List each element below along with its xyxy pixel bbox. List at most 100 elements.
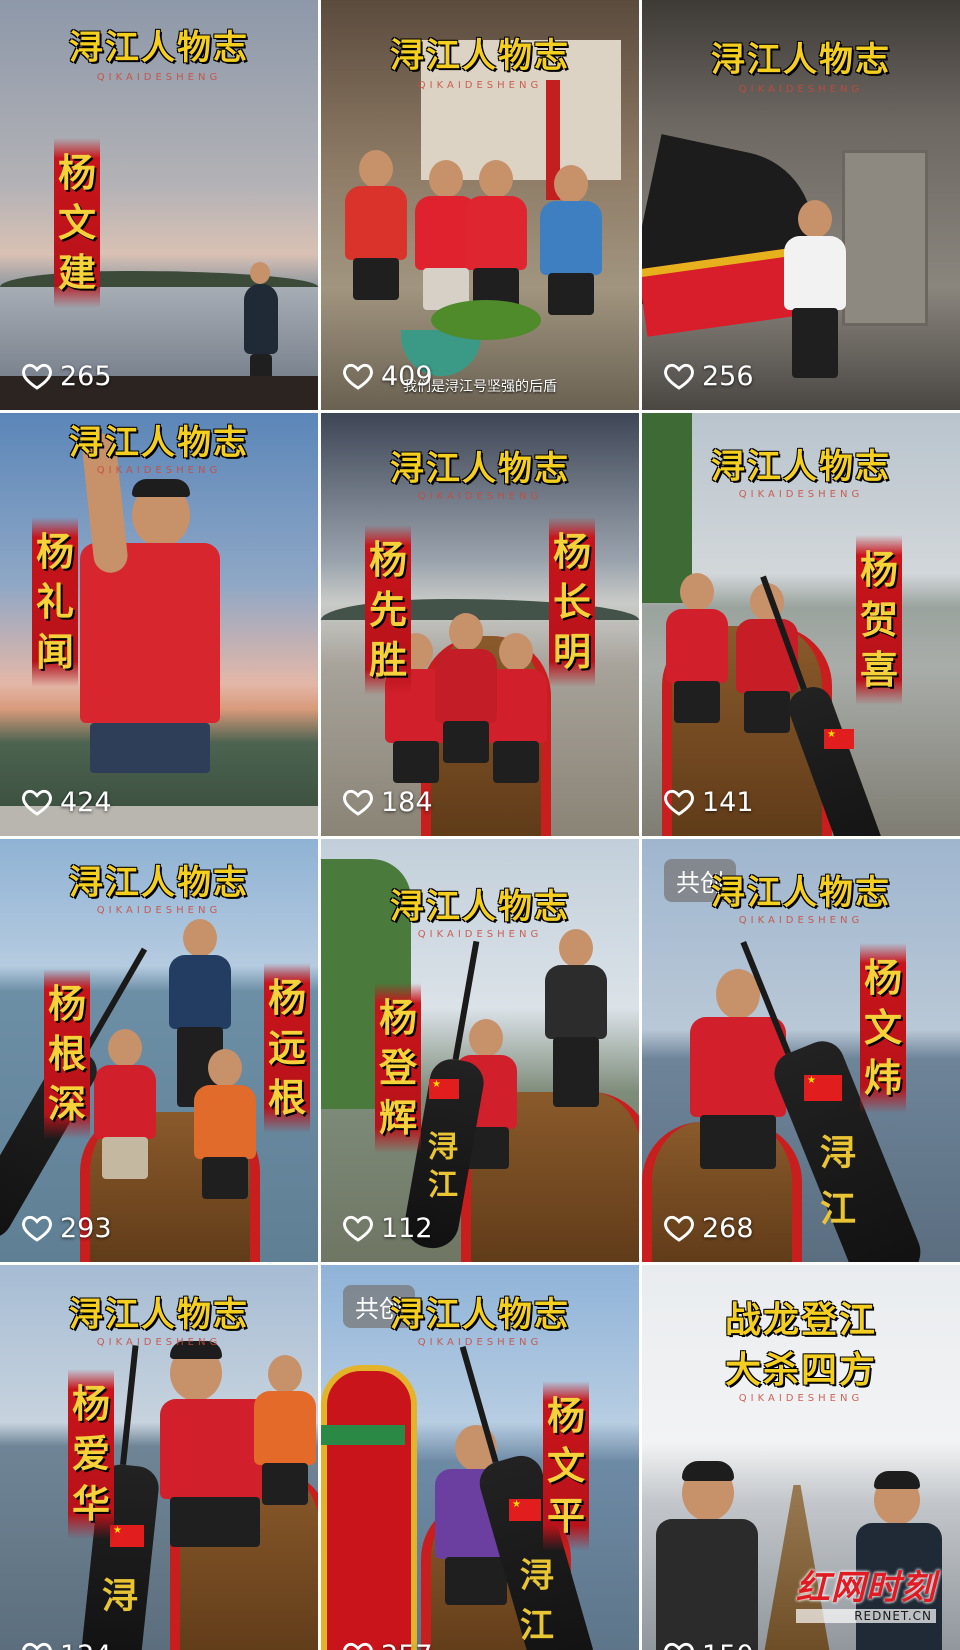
heart-icon bbox=[343, 1215, 373, 1242]
person-name-banner: 杨 长 明 bbox=[549, 517, 595, 687]
like-number: 256 bbox=[702, 360, 754, 392]
name-char: 爱 bbox=[71, 1431, 110, 1476]
video-tile[interactable]: 浔江人物志 QIKAIDESHENG 杨 先 胜 杨 长 明 184 bbox=[321, 413, 639, 836]
heart-icon bbox=[22, 363, 52, 390]
series-title: 浔江人物志 bbox=[390, 1295, 570, 1335]
series-title: 浔江人物志 bbox=[390, 887, 570, 927]
person-name-banner: 杨 先 胜 bbox=[365, 525, 411, 695]
person-name-banner: 杨 礼 闻 bbox=[32, 517, 78, 687]
series-subtitle: QIKAIDESHENG bbox=[417, 929, 543, 940]
paddle-char: 浔 bbox=[101, 1575, 138, 1617]
series-subtitle: QIKAIDESHENG bbox=[96, 1337, 222, 1348]
name-char: 文 bbox=[546, 1443, 585, 1488]
paddle-label: 浔 江 bbox=[517, 1551, 557, 1650]
name-char: 建 bbox=[57, 250, 96, 295]
name-char: 文 bbox=[57, 200, 96, 245]
name-char: 杨 bbox=[47, 981, 86, 1026]
like-count: 293 bbox=[20, 1212, 112, 1244]
name-char: 杨 bbox=[35, 529, 74, 574]
series-subtitle: QIKAIDESHENG bbox=[417, 1337, 543, 1348]
heart-icon bbox=[664, 363, 694, 390]
series-title-line-1: 战龙登江 bbox=[724, 1299, 877, 1341]
video-tile[interactable]: 浔 浔江人物志 QIKAIDESHENG 杨 爱 华 124 bbox=[0, 1265, 318, 1650]
rednet-domain: REDNET.CN bbox=[796, 1609, 936, 1623]
name-char: 杨 bbox=[378, 995, 417, 1040]
person-name-banner: 杨 爱 华 bbox=[68, 1369, 114, 1539]
person-name-banner: 杨 远 根 bbox=[264, 963, 310, 1133]
like-number: 265 bbox=[60, 360, 112, 392]
like-count: 150 bbox=[662, 1639, 754, 1650]
series-subtitle: QIKAIDESHENG bbox=[96, 905, 222, 916]
like-count: 268 bbox=[662, 1212, 754, 1244]
paddle-label: 浔 江 bbox=[423, 1129, 463, 1205]
series-title-line-2: 大杀四方 bbox=[724, 1349, 877, 1391]
paddle-char: 浔 bbox=[428, 1130, 458, 1165]
heart-icon bbox=[343, 789, 373, 816]
name-char: 礼 bbox=[35, 579, 74, 624]
video-tile[interactable]: 浔 江 浔江人物志 QIKAIDESHENG 杨 登 辉 112 bbox=[321, 839, 639, 1262]
heart-icon bbox=[664, 1642, 694, 1650]
name-char: 杨 bbox=[552, 529, 591, 574]
person-name-banner: 杨 文 炜 bbox=[860, 943, 906, 1113]
paddle-char: 江 bbox=[520, 1606, 554, 1646]
name-char: 华 bbox=[71, 1481, 110, 1526]
series-title: 浔江人物志 bbox=[390, 449, 570, 489]
like-number: 184 bbox=[381, 786, 433, 818]
like-count: 409 bbox=[341, 360, 433, 392]
heart-icon bbox=[22, 789, 52, 816]
name-char: 闻 bbox=[35, 629, 74, 674]
video-tile[interactable]: 浔 江 共创 浔江人物志 QIKAIDESHENG 杨 文 炜 268 bbox=[642, 839, 960, 1262]
name-char: 杨 bbox=[71, 1381, 110, 1426]
series-subtitle: QIKAIDESHENG bbox=[417, 80, 543, 91]
video-tile[interactable]: 浔江人物志 QIKAIDESHENG 256 bbox=[642, 0, 960, 410]
like-count: 424 bbox=[20, 786, 112, 818]
series-title: 浔江人物志 bbox=[711, 40, 891, 80]
video-tile[interactable]: 浔 江 共创 浔江人物志 QIKAIDESHENG 杨 文 平 257 bbox=[321, 1265, 639, 1650]
name-char: 胜 bbox=[368, 637, 407, 682]
video-tile[interactable]: 浔江人物志 QIKAIDESHENG 杨 根 深 杨 远 根 293 bbox=[0, 839, 318, 1262]
like-count: 112 bbox=[341, 1212, 433, 1244]
video-tile[interactable]: 浔江人物志 QIKAIDESHENG 杨 礼 闻 424 bbox=[0, 413, 318, 836]
heart-icon bbox=[343, 363, 373, 390]
video-tile[interactable]: 浔江人物志 QIKAIDESHENG 杨 文 建 265 bbox=[0, 0, 318, 410]
series-subtitle: QIKAIDESHENG bbox=[738, 489, 864, 500]
like-count: 265 bbox=[20, 360, 112, 392]
series-subtitle: QIKAIDESHENG bbox=[738, 915, 864, 926]
like-number: 268 bbox=[702, 1212, 754, 1244]
name-char: 喜 bbox=[859, 647, 898, 692]
person-name-banner: 杨 登 辉 bbox=[375, 983, 421, 1153]
paddle-label: 浔 江 bbox=[818, 1125, 858, 1237]
like-count: 257 bbox=[341, 1639, 433, 1650]
heart-icon bbox=[664, 789, 694, 816]
name-char: 明 bbox=[552, 629, 591, 674]
name-char: 杨 bbox=[57, 150, 96, 195]
series-subtitle: QIKAIDESHENG bbox=[738, 1393, 864, 1404]
person-name-banner: 杨 文 建 bbox=[54, 138, 100, 308]
name-char: 登 bbox=[378, 1045, 417, 1090]
name-char: 贺 bbox=[859, 597, 898, 642]
name-char: 根 bbox=[47, 1031, 86, 1076]
name-char: 杨 bbox=[859, 547, 898, 592]
rednet-logo: 红网时刻 bbox=[796, 1568, 936, 1608]
series-subtitle: QIKAIDESHENG bbox=[738, 84, 864, 95]
series-title: 浔江人物志 bbox=[711, 873, 891, 913]
name-char: 辉 bbox=[378, 1095, 417, 1140]
heart-icon bbox=[22, 1215, 52, 1242]
rednet-watermark: 红网时刻 REDNET.CN bbox=[796, 1560, 936, 1623]
video-tile[interactable]: 浔江人物志 QIKAIDESHENG 我们是浔江号坚强的后盾 409 bbox=[321, 0, 639, 410]
series-subtitle: QIKAIDESHENG bbox=[417, 491, 543, 502]
video-tile[interactable]: 战龙登江 大杀四方 QIKAIDESHENG 红网时刻 REDNET.CN 15… bbox=[642, 1265, 960, 1650]
video-tile[interactable]: 浔江人物志 QIKAIDESHENG 杨 贺 喜 141 bbox=[642, 413, 960, 836]
like-number: 424 bbox=[60, 786, 112, 818]
name-char: 炜 bbox=[863, 1055, 902, 1100]
name-char: 深 bbox=[47, 1081, 86, 1126]
name-char: 杨 bbox=[368, 537, 407, 582]
name-char: 远 bbox=[267, 1025, 306, 1070]
paddle-char: 江 bbox=[819, 1188, 856, 1230]
name-char: 先 bbox=[368, 587, 407, 632]
name-char: 平 bbox=[546, 1493, 585, 1538]
series-title: 浔江人物志 bbox=[69, 423, 249, 463]
series-title: 浔江人物志 bbox=[69, 1295, 249, 1335]
series-title: 浔江人物志 bbox=[69, 28, 249, 68]
series-title: 浔江人物志 bbox=[390, 36, 570, 76]
